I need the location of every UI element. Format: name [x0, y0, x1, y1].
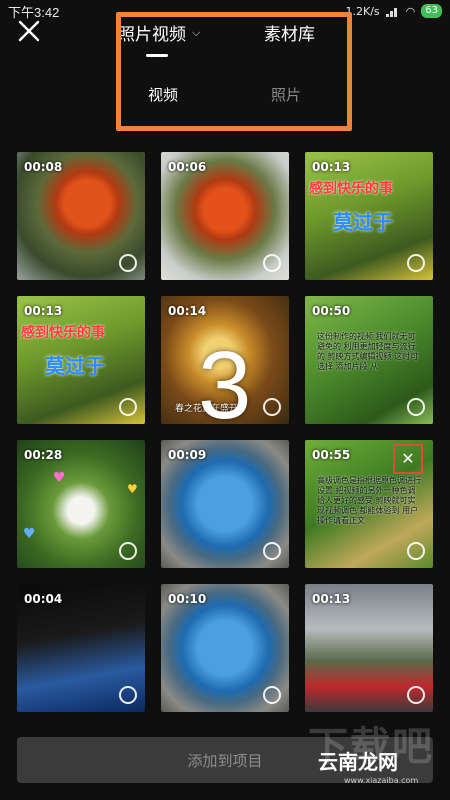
select-circle[interactable] — [407, 398, 425, 416]
duration-label: 00:13 — [312, 592, 351, 606]
select-circle[interactable] — [119, 686, 137, 704]
select-circle[interactable] — [263, 686, 281, 704]
overlay-text: 这份制作的视频 我们就无可避免的 利用更加轻度与流行的 剪映方式编辑视频 这时可… — [317, 332, 419, 371]
media-tile[interactable]: 00:09 — [161, 440, 289, 568]
overlay-text: 高级调色是指根据原色调进行设置 把视频的另外一种色调 给人更好的感受 剪映就可实… — [317, 476, 421, 525]
tab-photos-videos-label: 照片视频 — [118, 25, 186, 45]
add-to-project-button[interactable]: 添加到项目 — [17, 737, 433, 783]
select-circle[interactable] — [407, 254, 425, 272]
duration-label: 00:14 — [168, 304, 207, 318]
overlay-caption-large: 莫过于 — [45, 354, 105, 378]
heart-icon: ♥ — [127, 482, 138, 496]
media-tile[interactable]: 00:13 — [305, 584, 433, 712]
duration-label: 00:13 — [312, 160, 351, 174]
duration-label: 00:09 — [168, 448, 207, 462]
media-tile[interactable]: 00:04 — [17, 584, 145, 712]
media-tile[interactable]: 00:13 感到快乐的事 莫过于 — [17, 296, 145, 424]
duration-label: 00:06 — [168, 160, 207, 174]
select-circle[interactable] — [263, 254, 281, 272]
subtab-video[interactable]: 视频 — [148, 84, 178, 105]
overlay-caption: 感到快乐的事 — [309, 181, 393, 197]
duration-label: 00:08 — [24, 160, 63, 174]
top-bar: 照片视频 ⌵ 素材库 — [0, 14, 450, 54]
media-tile[interactable]: 00:50 这份制作的视频 我们就无可避免的 利用更加轻度与流行的 剪映方式编辑… — [305, 296, 433, 424]
step-number-overlay: 3 — [198, 332, 252, 439]
duration-label: 00:50 — [312, 304, 351, 318]
select-circle[interactable] — [263, 542, 281, 560]
tab-photos-videos[interactable]: 照片视频 ⌵ — [118, 20, 200, 45]
media-tile[interactable]: 00:08 — [17, 152, 145, 280]
media-tile[interactable]: 00:55 高级调色是指根据原色调进行设置 把视频的另外一种色调 给人更好的感受… — [305, 440, 433, 568]
tab-material-library[interactable]: 素材库 — [264, 20, 315, 45]
duration-label: 00:10 — [168, 592, 207, 606]
select-circle[interactable] — [263, 398, 281, 416]
media-tile[interactable]: 00:06 — [161, 152, 289, 280]
duration-label: 00:13 — [24, 304, 63, 318]
chevron-down-icon: ⌵ — [192, 25, 201, 39]
select-circle[interactable] — [119, 542, 137, 560]
active-tab-indicator — [146, 54, 168, 57]
select-circle[interactable] — [119, 398, 137, 416]
overlay-caption-large: 莫过于 — [333, 210, 393, 234]
media-tile[interactable]: 00:10 — [161, 584, 289, 712]
duration-label: 00:55 — [312, 448, 351, 462]
select-circle[interactable] — [119, 254, 137, 272]
heart-icon: ♥ — [53, 470, 66, 486]
subtab-photo[interactable]: 照片 — [271, 84, 301, 105]
overlay-caption: 感到快乐的事 — [21, 325, 105, 341]
duration-label: 00:28 — [24, 448, 63, 462]
close-button[interactable] — [14, 16, 44, 46]
close-icon — [18, 20, 40, 42]
capcut-logo: ✕ — [393, 444, 423, 474]
media-tile[interactable]: 00:28 ♥ ♥ ♥ — [17, 440, 145, 568]
select-circle[interactable] — [407, 542, 425, 560]
select-circle[interactable] — [407, 686, 425, 704]
heart-icon: ♥ — [23, 526, 36, 542]
duration-label: 00:04 — [24, 592, 63, 606]
media-tile[interactable]: 00:13 感到快乐的事 莫过于 — [305, 152, 433, 280]
